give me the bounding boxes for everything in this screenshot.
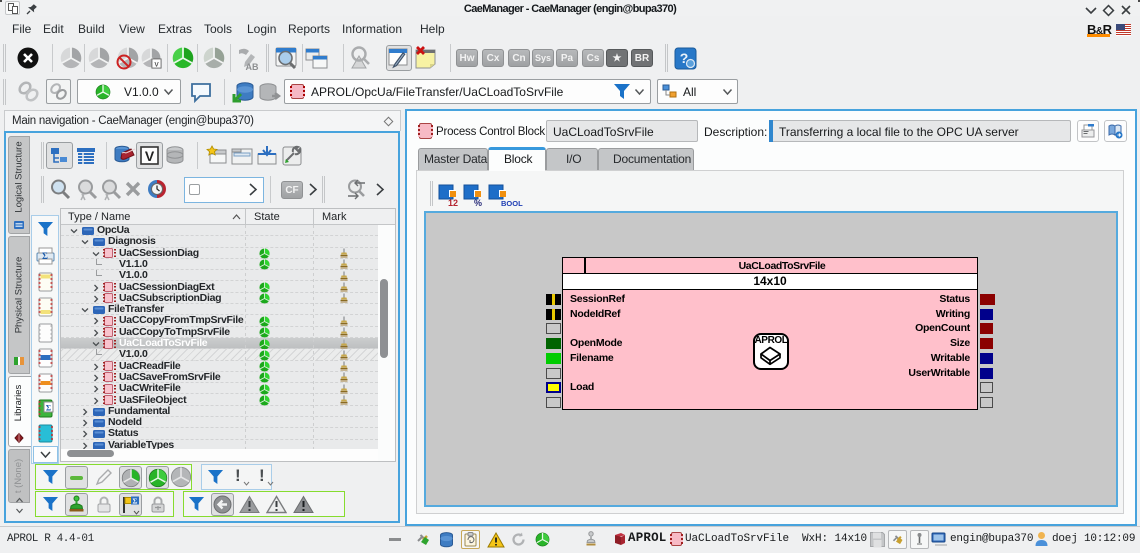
svg-text:BOOL: BOOL: [501, 199, 523, 207]
svg-text:V: V: [145, 148, 155, 164]
svg-text:12: 12: [448, 198, 458, 207]
svg-text:AB: AB: [246, 62, 259, 72]
svg-text:Σ: Σ: [42, 251, 48, 261]
svg-text:Σ: Σ: [132, 496, 137, 505]
svg-text:%: %: [474, 198, 482, 207]
svg-text:Σ: Σ: [46, 404, 51, 413]
